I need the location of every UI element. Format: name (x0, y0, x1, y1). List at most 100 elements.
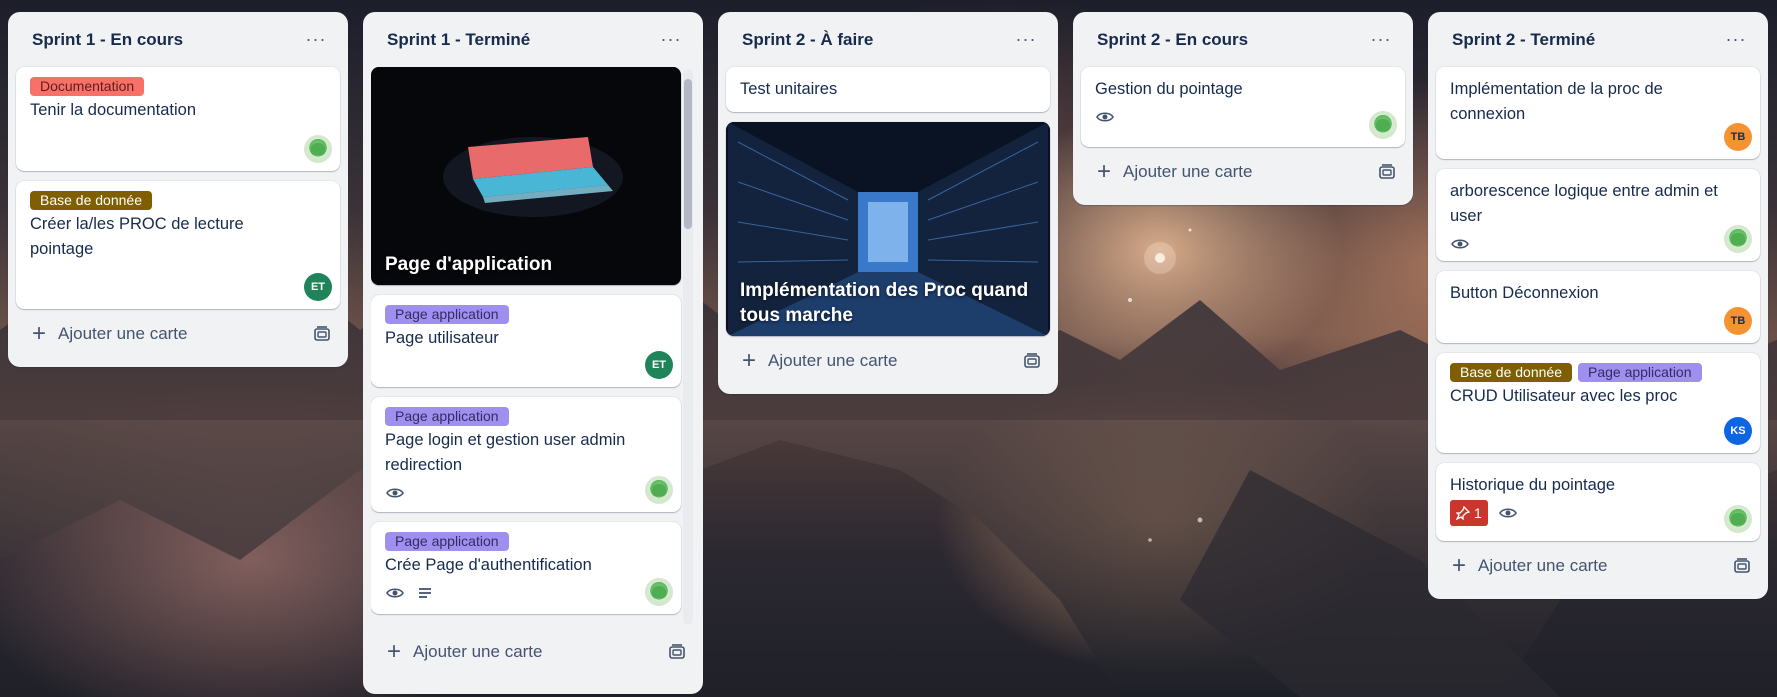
plus-icon: + (387, 638, 402, 665)
add-card-button[interactable]: + Ajouter une carte (1081, 147, 1405, 197)
card-template-icon[interactable] (1377, 162, 1397, 182)
card[interactable]: Button Déconnexion TB (1436, 271, 1760, 343)
label-page-application[interactable]: Page application (385, 305, 509, 324)
card-title: Implémentation des Proc quand tous march… (740, 280, 1029, 326)
card-title: arborescence logique entre admin et user (1450, 182, 1718, 225)
card[interactable]: Page application Page utilisateur ET (371, 295, 681, 387)
card-title: Page d'application (385, 254, 553, 275)
label-page-application[interactable]: Page application (1577, 363, 1702, 382)
list-title[interactable]: Sprint 1 - Terminé (387, 30, 530, 50)
member-avatar[interactable] (645, 476, 673, 504)
member-avatar[interactable]: ET (304, 273, 332, 301)
member-avatar[interactable] (1724, 225, 1752, 253)
eye-icon (1498, 508, 1517, 518)
card-list: Implémentation de la proc de connexion T… (1436, 67, 1760, 541)
eye-icon (386, 488, 404, 498)
add-card-button[interactable]: + Ajouter une carte (371, 627, 695, 677)
card-template-icon[interactable] (1022, 351, 1042, 371)
card-badges (385, 580, 667, 606)
description-icon (419, 588, 431, 598)
card-with-cover[interactable]: Implémentation des Proc quand tous march… (726, 122, 1050, 336)
label-base-de-donnee[interactable]: Base de donnée (30, 191, 152, 210)
list-sprint2-a-faire: Sprint 2 - À faire ··· Test unitaires Im… (718, 12, 1058, 394)
card[interactable]: Gestion du pointage (1081, 67, 1405, 147)
ellipsis-icon[interactable]: ··· (655, 24, 687, 56)
card[interactable]: Base de donnée Créer la/les PROC de lect… (16, 181, 340, 309)
add-card-label: Ajouter une carte (1478, 556, 1608, 575)
member-avatar[interactable] (1369, 111, 1397, 139)
plus-icon: + (32, 320, 47, 347)
card-template-icon[interactable] (312, 324, 332, 344)
card-template-icon[interactable] (1732, 556, 1752, 576)
ellipsis-icon[interactable]: ··· (300, 24, 332, 56)
ellipsis-icon[interactable]: ··· (1720, 24, 1752, 56)
list-title[interactable]: Sprint 2 - À faire (742, 30, 873, 50)
card-title: Tenir la documentation (30, 101, 197, 119)
eye-icon (386, 588, 404, 598)
card[interactable]: Documentation Tenir la documentation (16, 67, 340, 171)
list-title[interactable]: Sprint 1 - En cours (32, 30, 183, 50)
label-page-application[interactable]: Page application (385, 407, 509, 426)
list-header[interactable]: Sprint 2 - Terminé ··· (1436, 12, 1760, 67)
card-title: Créer la/les PROC de lecture pointage (30, 215, 244, 258)
add-card-button[interactable]: + Ajouter une carte (726, 336, 1050, 386)
board: Sprint 1 - En cours ··· Documentation Te… (0, 0, 1777, 697)
card[interactable]: Test unitaires (726, 67, 1050, 112)
card-badges: 1 (1450, 500, 1746, 526)
member-avatar[interactable]: TB (1724, 123, 1752, 151)
label-base-de-donnee[interactable]: Base de donnée (1450, 363, 1572, 382)
card[interactable]: Historique du pointage 1 (1436, 463, 1760, 541)
card-list: Test unitaires Implémentation des Proc q… (726, 67, 1050, 336)
add-card-label: Ajouter une carte (413, 642, 543, 661)
card-title: CRUD Utilisateur avec les proc (1450, 387, 1678, 405)
scrollbar-thumb[interactable] (684, 79, 692, 229)
card-template-icon[interactable] (667, 642, 687, 662)
overdue-badge[interactable]: 1 (1450, 500, 1488, 526)
card[interactable]: Page application Page login et gestion u… (371, 397, 681, 512)
plus-icon: + (1452, 552, 1467, 579)
member-avatar[interactable] (645, 578, 673, 606)
card-title: Gestion du pointage (1095, 80, 1243, 98)
list-sprint2-termine: Sprint 2 - Terminé ··· Implémentation de… (1428, 12, 1768, 599)
list-header[interactable]: Sprint 2 - En cours ··· (1081, 12, 1405, 67)
card-list: Page d'application Page application Page… (371, 67, 695, 627)
list-sprint2-en-cours: Sprint 2 - En cours ··· Gestion du point… (1073, 12, 1413, 205)
add-card-button[interactable]: + Ajouter une carte (1436, 541, 1760, 591)
member-avatar[interactable] (1724, 505, 1752, 533)
list-header[interactable]: Sprint 1 - En cours ··· (16, 12, 340, 67)
card-labels: Page application (385, 532, 667, 551)
card-badges (1095, 104, 1391, 130)
card[interactable]: Base de donnée Page application CRUD Uti… (1436, 353, 1760, 453)
list-sprint1-en-cours: Sprint 1 - En cours ··· Documentation Te… (8, 12, 348, 367)
add-card-button[interactable]: + Ajouter une carte (16, 309, 340, 359)
card[interactable]: Page application Crée Page d'authentific… (371, 522, 681, 614)
card-labels: Page application (385, 305, 667, 324)
member-avatar[interactable] (304, 135, 332, 163)
card[interactable]: Implémentation de la proc de connexion T… (1436, 67, 1760, 159)
card-badges (385, 480, 667, 506)
card-labels: Base de donnée Page application (1450, 363, 1746, 382)
card-labels: Base de donnée (30, 191, 326, 210)
list-scrollbar[interactable] (683, 69, 693, 625)
card-labels: Documentation (30, 77, 326, 96)
ellipsis-icon[interactable]: ··· (1365, 24, 1397, 56)
member-avatar[interactable]: KS (1724, 417, 1752, 445)
card-badges (1450, 231, 1746, 257)
list-title[interactable]: Sprint 2 - Terminé (1452, 30, 1595, 50)
ellipsis-icon[interactable]: ··· (1010, 24, 1042, 56)
card-title: Implémentation de la proc de connexion (1450, 80, 1663, 123)
member-avatar[interactable]: ET (645, 351, 673, 379)
list-title[interactable]: Sprint 2 - En cours (1097, 30, 1248, 50)
list-header[interactable]: Sprint 2 - À faire ··· (726, 12, 1050, 67)
card-with-cover[interactable]: Page d'application (371, 67, 681, 285)
card-title: Historique du pointage (1450, 476, 1616, 494)
overdue-count: 1 (1474, 505, 1482, 521)
member-avatar[interactable]: TB (1724, 307, 1752, 335)
label-page-application[interactable]: Page application (385, 532, 509, 551)
list-header[interactable]: Sprint 1 - Terminé ··· (371, 12, 695, 67)
card[interactable]: arborescence logique entre admin et user (1436, 169, 1760, 261)
label-documentation[interactable]: Documentation (30, 77, 145, 96)
card-title: Button Déconnexion (1450, 284, 1599, 302)
eye-icon (1096, 112, 1114, 122)
eye-icon (1451, 239, 1469, 249)
